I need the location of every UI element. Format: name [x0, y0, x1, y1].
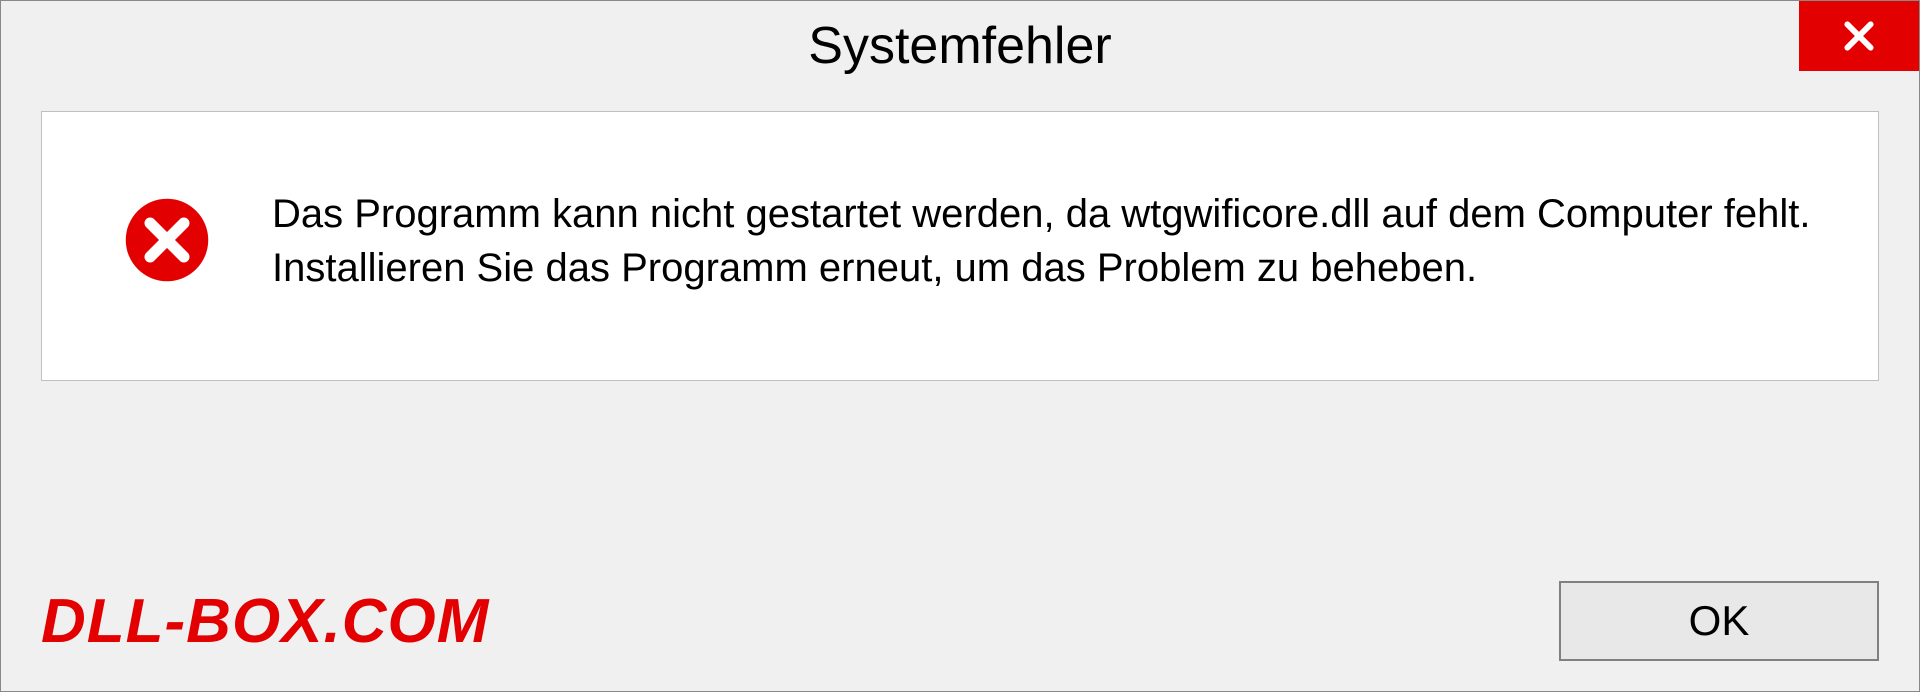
ok-button[interactable]: OK [1559, 581, 1879, 661]
close-icon [1839, 16, 1879, 56]
content-area: Das Programm kann nicht gestartet werden… [41, 111, 1879, 381]
watermark-text: DLL-BOX.COM [41, 586, 489, 657]
error-message: Das Programm kann nicht gestartet werden… [272, 187, 1818, 295]
titlebar: Systemfehler [1, 1, 1919, 91]
error-icon [122, 195, 212, 285]
error-dialog: Systemfehler Das Programm kann nicht ges… [0, 0, 1920, 692]
close-button[interactable] [1799, 1, 1919, 71]
dialog-title: Systemfehler [808, 16, 1111, 76]
dialog-footer: DLL-BOX.COM OK [41, 581, 1879, 661]
